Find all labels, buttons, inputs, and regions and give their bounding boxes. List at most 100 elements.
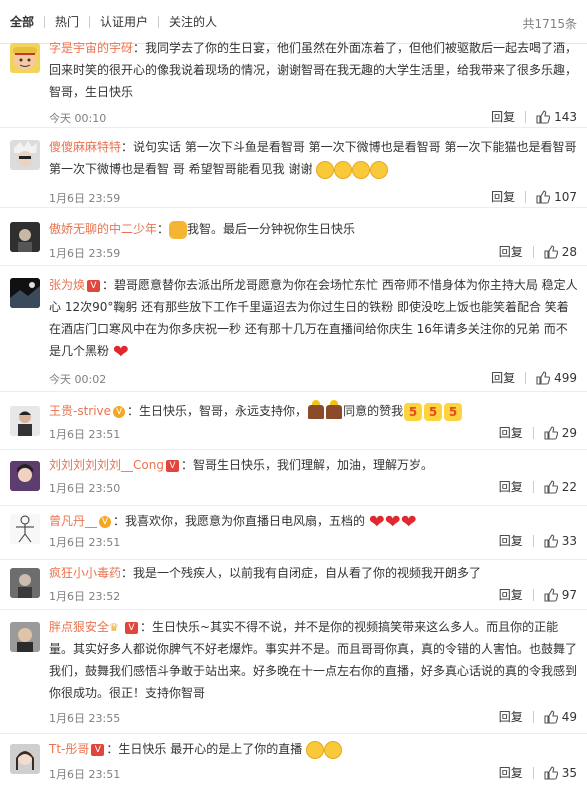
like-button[interactable]: 499 [536, 371, 577, 385]
like-count: 97 [561, 587, 577, 602]
comment-actions: 回复 499 [491, 369, 577, 386]
like-count: 143 [554, 109, 577, 124]
comment-actions: 回复 33 [499, 532, 577, 549]
comment-actions: 回复 29 [499, 424, 577, 441]
comment-body: ：我是一个残疾人，以前我有自闭症，自从看了你的视频我开朗多了 [121, 566, 482, 580]
avatar[interactable] [10, 514, 40, 544]
tab-all[interactable]: 全部 [10, 13, 44, 30]
verified-badge-icon[interactable]: V [99, 515, 112, 528]
comment-time: 今天 00:02 [49, 373, 107, 386]
username-link[interactable]: 王贵-strive [49, 404, 111, 418]
comment-text: 胖点狠安全♛ V ：生日快乐~其实不得不说，并不是你的视频搞笑带来这么多人。而且你的… [49, 616, 579, 704]
reply-button[interactable]: 回复 [499, 764, 523, 781]
like-button[interactable]: 22 [544, 480, 577, 494]
thumbs-up-icon [536, 189, 551, 204]
comment-item: 字是宇宙的宇砑：我同学去了你的生日宴，他们虽然在外面冻着了，但他们被驱散后一起去… [0, 35, 587, 128]
thumbs-up-icon [544, 479, 558, 494]
action-divider [532, 480, 534, 493]
comment-actions: 回复 35 [499, 764, 577, 781]
comment-text: 曾凡丹__ V ：我喜欢你，我愿意为你直播日电风扇，五档的 ❤❤❤ [49, 510, 579, 532]
thumbs-up-icon [544, 765, 558, 780]
laughing-emoji-icon [352, 160, 371, 179]
comment-actions: 回复 107 [491, 188, 577, 205]
comment-actions: 回复 97 [499, 586, 577, 603]
action-divider [525, 190, 527, 203]
comment-body: ： [157, 222, 170, 236]
comment-time: 1月6日 23:51 [49, 768, 121, 781]
reply-button[interactable]: 回复 [499, 478, 523, 495]
comment-body: 我智。最后一分钟祝你生日快乐 [187, 222, 356, 236]
comment-text: 字是宇宙的宇砑：我同学去了你的生日宴，他们虽然在外面冻着了，但他们被驱散后一起去… [49, 37, 579, 103]
verified-badge-icon[interactable]: V [113, 405, 126, 418]
comment-time: 1月6日 23:59 [49, 247, 121, 260]
avatar[interactable] [10, 140, 40, 170]
comment-time: 1月6日 23:51 [49, 428, 121, 441]
smile-emoji-icon [324, 740, 343, 759]
action-divider [532, 426, 534, 439]
like-button[interactable]: 28 [544, 245, 577, 259]
like-count: 35 [561, 765, 577, 780]
like-button[interactable]: 35 [544, 766, 577, 780]
username-link[interactable]: 疯狂小小毒药 [49, 566, 121, 580]
like-button[interactable]: 33 [544, 534, 577, 548]
reply-button[interactable]: 回复 [499, 424, 523, 441]
tab-hot[interactable]: 热门 [45, 13, 89, 30]
avatar[interactable] [10, 744, 40, 774]
username-link[interactable]: Tt-彤哥 [49, 742, 89, 756]
comment-text: 刘刘刘刘刘刘__Cong V ：智哥生日快乐，我们理解，加油，理解万岁。 [49, 454, 579, 476]
avatar[interactable] [10, 222, 40, 252]
avatar[interactable] [10, 461, 40, 491]
vip-badge-icon[interactable]: V [165, 459, 179, 472]
comment-body: ：生日快乐，智哥，永远支持你， [127, 404, 308, 418]
heart-emoji-icon: ❤ [384, 510, 401, 533]
comment-item: 王贵-strive V ：生日快乐，智哥，永远支持你， 同意的赞我 5 5 5 1月6日 2… [0, 392, 587, 450]
comment-item: 刘刘刘刘刘刘__Cong V ：智哥生日快乐，我们理解，加油，理解万岁。 1月6日 … [0, 450, 587, 506]
reply-button[interactable]: 回复 [491, 108, 515, 125]
action-divider [532, 766, 534, 779]
tab-following[interactable]: 关注的人 [159, 13, 227, 30]
avatar[interactable] [10, 622, 40, 652]
five-emoji-icon: 5 [404, 402, 423, 421]
reply-button[interactable]: 回复 [499, 586, 523, 603]
reply-button[interactable]: 回复 [499, 532, 523, 549]
like-button[interactable]: 97 [544, 588, 577, 602]
avatar[interactable] [10, 406, 40, 436]
username-link[interactable]: 刘刘刘刘刘刘__Cong [49, 458, 164, 472]
vip-badge-icon[interactable]: V [125, 621, 139, 634]
like-count: 107 [554, 189, 577, 204]
laughing-emoji-icon [370, 160, 389, 179]
laughing-emoji-icon [316, 160, 335, 179]
username-link[interactable]: 曾凡丹__ [49, 514, 97, 528]
username-link[interactable]: 傲娇无聊的中二少年 [49, 222, 157, 236]
reply-button[interactable]: 回复 [491, 188, 515, 205]
like-button[interactable]: 143 [536, 110, 577, 124]
comment-actions: 回复 28 [499, 243, 577, 260]
avatar[interactable] [10, 278, 40, 308]
comment-body: ：说句实话 第一次下斗鱼是看智哥 第一次下微博也是看智哥 第一次下能猫也是看智哥… [49, 140, 577, 176]
username-link[interactable]: 字是宇宙的宇砑 [49, 41, 133, 55]
username-link[interactable]: 傻傻麻麻特特 [49, 140, 121, 154]
vip-badge-icon[interactable]: V [87, 279, 101, 292]
tab-verified-users[interactable]: 认证用户 [90, 13, 158, 30]
like-count: 29 [561, 425, 577, 440]
avatar[interactable] [10, 568, 40, 598]
reply-button[interactable]: 回复 [499, 243, 523, 260]
like-button[interactable]: 29 [544, 426, 577, 440]
username-link[interactable]: 张为焕 [49, 278, 85, 292]
comment-time: 1月6日 23:51 [49, 536, 121, 549]
crown-badge-icon[interactable]: ♛ [109, 621, 123, 634]
like-button[interactable]: 107 [536, 190, 577, 204]
vip-badge-icon[interactable]: V [91, 743, 105, 756]
comment-item: 傻傻麻麻特特：说句实话 第一次下斗鱼是看智哥 第一次下微博也是看智哥 第一次下能… [0, 128, 587, 208]
like-count: 499 [554, 370, 577, 385]
comment-text: 傲娇无聊的中二少年： 我智。最后一分钟祝你生日快乐 [49, 218, 579, 240]
reply-button[interactable]: 回复 [499, 708, 523, 725]
avatar[interactable] [10, 43, 40, 73]
comment-time: 1月6日 23:50 [49, 482, 121, 495]
comment-text: Tt-彤哥 V ：生日快乐 最开心的是上了你的直播 [49, 738, 579, 760]
like-button[interactable]: 49 [544, 710, 577, 724]
username-link[interactable]: 胖点狠安全 [49, 620, 109, 634]
comment-text: 张为焕 V ：碧哥愿意替你去派出所龙哥愿意为你在会场忙东忙 西帝师不惜身体为你主持大… [49, 274, 579, 362]
comment-actions: 回复 143 [491, 108, 577, 125]
reply-button[interactable]: 回复 [491, 369, 515, 386]
